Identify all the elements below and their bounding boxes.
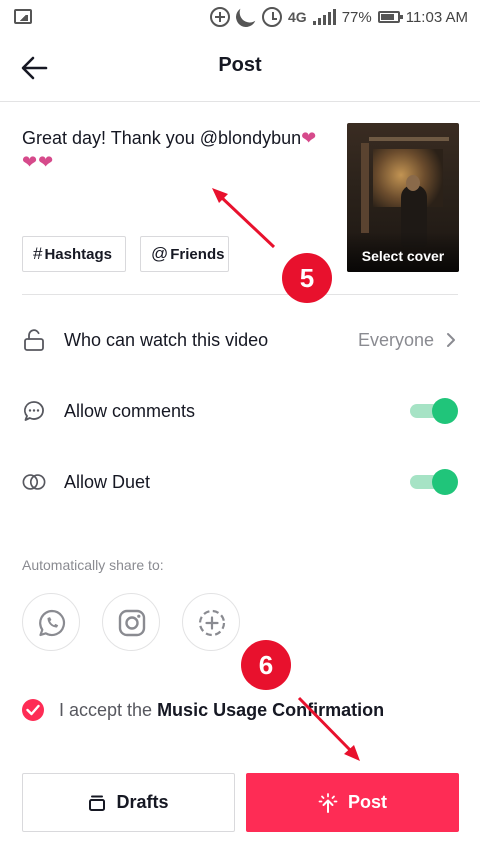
unlock-icon <box>24 329 44 351</box>
add-more-icon <box>198 609 226 637</box>
cover-person-head <box>406 175 420 191</box>
gallery-notification-icon <box>14 9 32 24</box>
page-title: Post <box>218 54 262 76</box>
hashtags-label: Hashtags <box>44 245 112 263</box>
duet-icon <box>22 474 46 490</box>
comment-icon <box>23 401 44 421</box>
accept-checkbox[interactable] <box>22 699 44 721</box>
accept-prefix: I accept the <box>59 699 158 720</box>
network-type: 4G <box>288 9 307 25</box>
clock: 11:03 AM <box>405 8 468 26</box>
status-icons: 4G 77% 11:03 AM <box>210 6 468 28</box>
who-can-watch-row[interactable]: Who can watch this video Everyone <box>0 318 480 362</box>
battery-icon <box>377 11 403 23</box>
instagram-icon <box>118 609 146 637</box>
allow-comments-row: Allow comments <box>0 389 480 433</box>
annotation-badge-5: 5 <box>282 253 332 303</box>
mention-icon: @ <box>151 244 169 263</box>
post-label: Post <box>347 792 387 812</box>
header: Post <box>0 34 480 102</box>
music-usage-link[interactable]: Music Usage Confirmation <box>157 700 384 720</box>
post-upload-icon <box>318 792 338 813</box>
caption-text: Great day! Thank you @blondybun <box>22 128 302 148</box>
drafts-icon <box>89 795 106 811</box>
friends-button[interactable]: @ Friends <box>140 236 229 272</box>
checkmark-icon <box>26 704 40 716</box>
allow-duet-label: Allow Duet <box>64 471 151 492</box>
share-more-button[interactable] <box>182 593 240 651</box>
caption-input[interactable]: Great day! Thank you @blondybun❤❤❤ <box>22 126 322 174</box>
chevron-right-icon <box>447 333 455 347</box>
select-cover-thumbnail[interactable]: Select cover <box>347 123 459 272</box>
allow-duet-toggle[interactable] <box>410 469 458 495</box>
accept-text: I accept the Music Usage Confirmation <box>59 700 384 721</box>
share-whatsapp-button[interactable] <box>22 593 80 651</box>
allow-comments-toggle[interactable] <box>410 398 458 424</box>
post-button[interactable]: Post <box>246 773 459 832</box>
signal-icon <box>312 9 336 25</box>
who-can-watch-value: Everyone <box>357 329 434 350</box>
share-instagram-button[interactable] <box>102 593 160 651</box>
status-bar: 4G 77% 11:03 AM <box>0 0 480 34</box>
divider <box>22 294 458 295</box>
who-can-watch-label: Who can watch this video <box>64 329 269 350</box>
hashtags-button[interactable]: # Hashtags <box>22 236 126 272</box>
hashtag-icon: # <box>33 244 43 263</box>
toggle-knob <box>432 398 458 424</box>
drafts-button[interactable]: Drafts <box>22 773 235 832</box>
cover-sign <box>369 137 449 141</box>
select-cover-label: Select cover <box>361 248 445 264</box>
cover-pillar <box>361 143 369 233</box>
do-not-disturb-icon <box>233 4 259 30</box>
whatsapp-icon <box>39 609 66 637</box>
share-title: Automatically share to: <box>22 557 164 573</box>
toggle-knob <box>432 469 458 495</box>
data-saver-icon <box>210 7 231 27</box>
allow-duet-row: Allow Duet <box>0 460 480 504</box>
friends-label: Friends <box>170 245 225 263</box>
alarm-icon <box>262 7 283 27</box>
battery-percent: 77% <box>341 8 372 26</box>
annotation-badge-6: 6 <box>241 640 291 690</box>
drafts-label: Drafts <box>116 792 169 812</box>
music-usage-acceptance: I accept the Music Usage Confirmation <box>22 697 384 723</box>
allow-comments-label: Allow comments <box>64 400 196 421</box>
